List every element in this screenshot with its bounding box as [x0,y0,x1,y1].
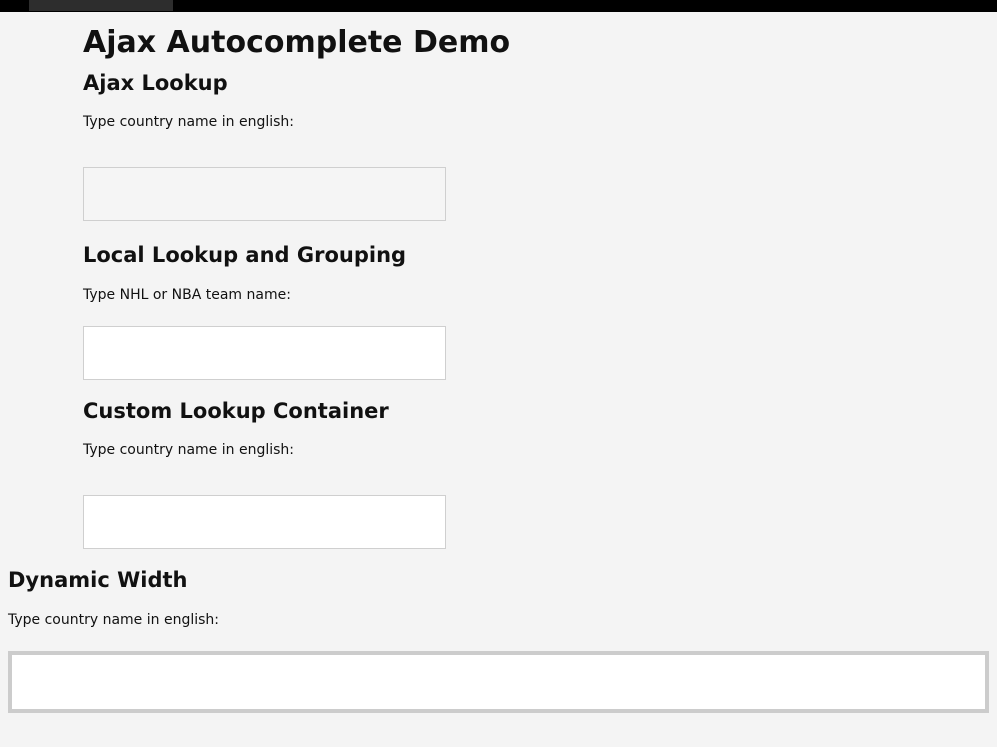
dynamic-width-label: Type country name in english: [8,612,219,628]
local-lookup-label: Type NHL or NBA team name: [83,287,291,303]
custom-country-input[interactable] [83,495,446,549]
ajax-lookup-label: Type country name in english: [83,114,294,130]
ajax-country-input[interactable] [83,167,446,221]
team-name-input[interactable] [83,326,446,380]
custom-lookup-label: Type country name in english: [83,442,294,458]
local-lookup-heading: Local Lookup and Grouping [83,243,407,267]
page-title: Ajax Autocomplete Demo [83,25,511,60]
dynamic-width-heading: Dynamic Width [8,568,188,592]
custom-lookup-heading: Custom Lookup Container [83,399,389,423]
browser-tab[interactable] [29,0,173,11]
dynamic-country-input[interactable] [8,651,989,713]
browser-top-bar [0,0,997,12]
ajax-lookup-heading: Ajax Lookup [83,71,228,95]
